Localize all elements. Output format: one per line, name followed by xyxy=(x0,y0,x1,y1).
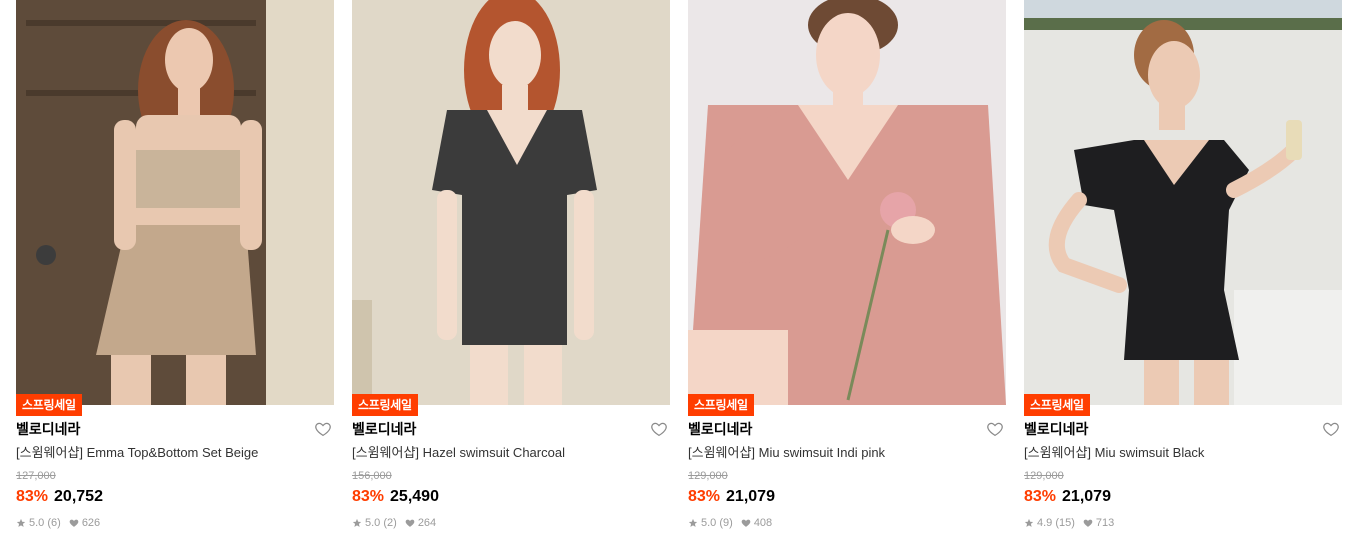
price-row: 83% 25,490 xyxy=(352,486,439,508)
star-icon xyxy=(16,518,26,528)
price-row: 83% 20,752 xyxy=(16,486,103,508)
star-icon xyxy=(352,518,362,528)
product-stats: 5.0 (6) 626 xyxy=(16,516,100,530)
discount-rate: 83% xyxy=(688,488,721,505)
product-image[interactable] xyxy=(352,0,670,405)
sale-price: 21,079 xyxy=(1062,488,1111,505)
price-row: 83% 21,079 xyxy=(688,486,775,508)
review-count: (15) xyxy=(1055,517,1075,529)
product-name[interactable]: [스윔웨어샵] Miu swimsuit Black xyxy=(1024,444,1204,461)
heart-filled-icon xyxy=(1083,518,1093,528)
sale-badge: 스프링세일 xyxy=(16,394,82,416)
discount-rate: 83% xyxy=(352,488,385,505)
heart-filled-icon xyxy=(405,518,415,528)
rating-value: 5.0 xyxy=(29,517,45,529)
sale-price: 20,752 xyxy=(54,488,103,505)
like-count: 408 xyxy=(753,517,773,529)
like-count: 626 xyxy=(81,517,101,529)
discount-rate: 83% xyxy=(1024,488,1057,505)
product-card[interactable]: 스프링세일 벨로디네라 [스윔웨어샵] Miu swimsuit Black 1… xyxy=(1024,0,1342,544)
heart-icon[interactable] xyxy=(986,420,1004,438)
product-image[interactable] xyxy=(688,0,1006,405)
review-count: (2) xyxy=(383,517,397,529)
sale-price: 25,490 xyxy=(390,488,439,505)
original-price: 156,000 xyxy=(352,470,392,482)
sale-price: 21,079 xyxy=(726,488,775,505)
rating-value: 5.0 xyxy=(365,517,381,529)
price-row: 83% 21,079 xyxy=(1024,486,1111,508)
product-name[interactable]: [스윔웨어샵] Miu swimsuit Indi pink xyxy=(688,444,885,461)
heart-icon[interactable] xyxy=(650,420,668,438)
original-price: 129,000 xyxy=(1024,470,1064,482)
product-stats: 4.9 (15) 713 xyxy=(1024,516,1114,530)
like-count: 713 xyxy=(1095,517,1115,529)
product-name[interactable]: [스윔웨어샵] Emma Top&Bottom Set Beige xyxy=(16,444,258,461)
heart-filled-icon xyxy=(741,518,751,528)
product-grid: 스프링세일 벨로디네라 [스윔웨어샵] Emma Top&Bottom Set … xyxy=(16,0,1342,544)
product-card[interactable]: 스프링세일 벨로디네라 [스윔웨어샵] Miu swimsuit Indi pi… xyxy=(688,0,1006,544)
brand-name[interactable]: 벨로디네라 xyxy=(16,420,80,438)
like-count: 264 xyxy=(417,517,437,529)
product-image[interactable] xyxy=(16,0,334,405)
rating-value: 5.0 xyxy=(701,517,717,529)
review-count: (9) xyxy=(719,517,733,529)
review-count: (6) xyxy=(47,517,61,529)
sale-badge: 스프링세일 xyxy=(1024,394,1090,416)
brand-name[interactable]: 벨로디네라 xyxy=(1024,420,1088,438)
brand-name[interactable]: 벨로디네라 xyxy=(688,420,752,438)
heart-icon[interactable] xyxy=(1322,420,1340,438)
product-name[interactable]: [스윔웨어샵] Hazel swimsuit Charcoal xyxy=(352,444,565,461)
heart-icon[interactable] xyxy=(314,420,332,438)
sale-badge: 스프링세일 xyxy=(688,394,754,416)
product-stats: 5.0 (9) 408 xyxy=(688,516,772,530)
brand-name[interactable]: 벨로디네라 xyxy=(352,420,416,438)
original-price: 129,000 xyxy=(688,470,728,482)
product-image[interactable] xyxy=(1024,0,1342,405)
product-card[interactable]: 스프링세일 벨로디네라 [스윔웨어샵] Hazel swimsuit Charc… xyxy=(352,0,670,544)
star-icon xyxy=(1024,518,1034,528)
product-card[interactable]: 스프링세일 벨로디네라 [스윔웨어샵] Emma Top&Bottom Set … xyxy=(16,0,334,544)
star-icon xyxy=(688,518,698,528)
heart-filled-icon xyxy=(69,518,79,528)
original-price: 127,000 xyxy=(16,470,56,482)
discount-rate: 83% xyxy=(16,488,49,505)
sale-badge: 스프링세일 xyxy=(352,394,418,416)
rating-value: 4.9 xyxy=(1037,517,1053,529)
product-stats: 5.0 (2) 264 xyxy=(352,516,436,530)
